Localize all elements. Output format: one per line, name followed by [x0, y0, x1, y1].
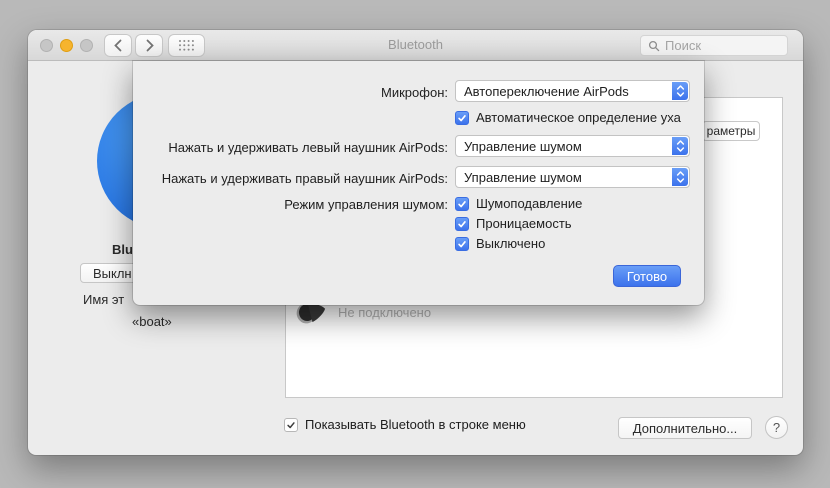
- noise-option-label: Шумоподавление: [476, 196, 583, 211]
- advanced-button[interactable]: Дополнительно...: [618, 417, 752, 439]
- chevron-right-icon: [146, 39, 154, 52]
- checkbox-box: [284, 417, 298, 432]
- left-hold-label: Нажать и удерживать левый наушник AirPod…: [168, 140, 448, 155]
- search-icon: [648, 40, 660, 51]
- chevron-left-icon: [113, 39, 121, 52]
- right-hold-popup[interactable]: Управление шумом: [455, 166, 690, 188]
- checkmark-icon: [458, 114, 466, 121]
- ear-detection-label: Автоматическое определение уха: [476, 110, 681, 125]
- checkbox-box: [455, 110, 469, 125]
- microphone-value: Автопереключение AirPods: [464, 83, 629, 99]
- noise-mode-label: Режим управления шумом:: [284, 197, 448, 212]
- titlebar[interactable]: Bluetooth Поиск: [28, 30, 803, 61]
- popup-stepper-icon: [672, 168, 688, 186]
- microphone-label: Микрофон:: [381, 85, 448, 100]
- checkmark-icon: [458, 240, 466, 247]
- checkbox-box: [455, 236, 469, 251]
- microphone-popup[interactable]: Автопереключение AirPods: [455, 80, 690, 102]
- traffic-lights: [40, 39, 93, 52]
- show-bluetooth-menubar-label: Показывать Bluetooth в строке меню: [305, 417, 526, 432]
- checkmark-icon: [287, 421, 295, 428]
- grid-icon: [179, 40, 194, 51]
- left-hold-popup[interactable]: Управление шумом: [455, 135, 690, 157]
- left-hold-value: Управление шумом: [464, 138, 582, 154]
- forward-button[interactable]: [135, 34, 163, 57]
- show-bluetooth-menubar-checkbox[interactable]: Показывать Bluetooth в строке меню: [284, 417, 526, 432]
- noise-option-off-checkbox[interactable]: Выключено: [455, 236, 545, 251]
- noise-option-label: Проницаемость: [476, 216, 572, 231]
- device-status-text: Не подключено: [338, 304, 432, 320]
- bluetooth-status-label: Blu: [112, 242, 133, 257]
- computer-name-value: «boat»: [132, 314, 172, 329]
- minimize-button[interactable]: [60, 39, 73, 52]
- checkbox-box: [455, 216, 469, 231]
- zoom-button[interactable]: [80, 39, 93, 52]
- desktop-background: Bluetooth Поиск Blu Выклн Имя эт «boat» …: [0, 0, 830, 488]
- checkbox-box: [455, 196, 469, 211]
- computer-name-label: Имя эт: [83, 292, 125, 307]
- turn-bluetooth-off-label: Выклн: [93, 265, 132, 281]
- device-options-button[interactable]: раметры: [702, 121, 760, 141]
- checkmark-icon: [458, 220, 466, 227]
- popup-stepper-icon: [672, 137, 688, 155]
- device-options-label: раметры: [706, 124, 756, 138]
- right-hold-value: Управление шумом: [464, 169, 582, 185]
- back-button[interactable]: [104, 34, 132, 57]
- noise-option-cancellation-checkbox[interactable]: Шумоподавление: [455, 196, 582, 211]
- close-button[interactable]: [40, 39, 53, 52]
- show-all-button[interactable]: [168, 34, 205, 57]
- airpods-options-sheet: Микрофон: Автопереключение AirPods Автом…: [133, 61, 704, 305]
- checkmark-icon: [458, 200, 466, 207]
- help-button[interactable]: ?: [765, 416, 788, 439]
- right-hold-label: Нажать и удерживать правый наушник AirPo…: [161, 171, 448, 186]
- search-placeholder: Поиск: [665, 38, 702, 53]
- search-field[interactable]: Поиск: [640, 35, 788, 56]
- noise-option-label: Выключено: [476, 236, 546, 251]
- noise-option-transparency-checkbox[interactable]: Проницаемость: [455, 216, 572, 231]
- ear-detection-checkbox[interactable]: Автоматическое определение уха: [455, 110, 681, 125]
- done-button[interactable]: Готово: [613, 265, 681, 287]
- popup-stepper-icon: [672, 82, 688, 100]
